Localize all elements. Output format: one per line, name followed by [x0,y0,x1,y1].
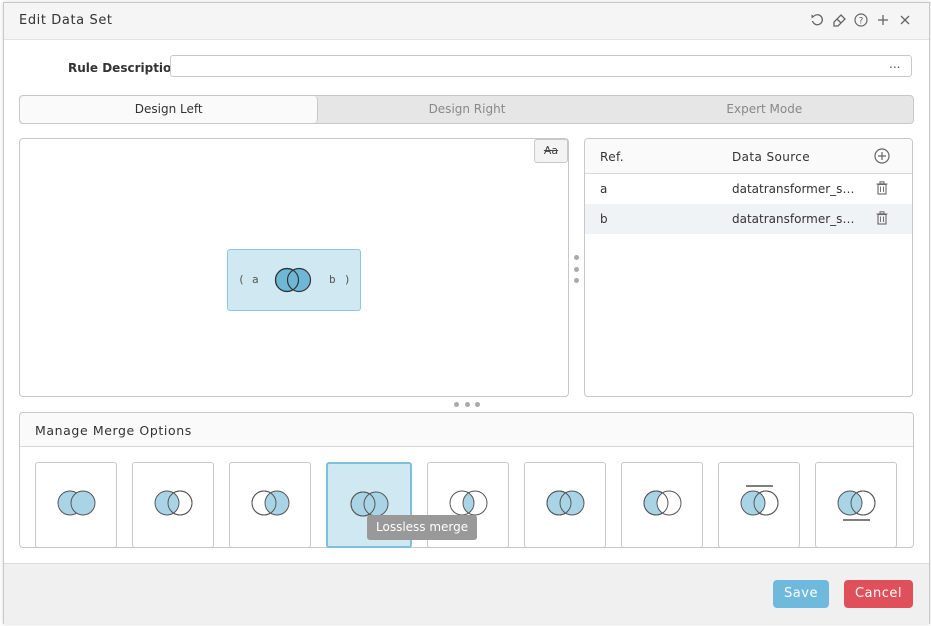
handle-dot [464,401,470,407]
right-join-icon [251,490,290,516]
handle-dot [573,266,579,272]
references-panel: Ref. Data Source a datatransformer_sampl… [584,138,913,397]
handle-dot [454,401,459,407]
merge-option-left-only[interactable] [621,462,703,548]
stack-top-icon [740,485,779,516]
rule-description-input[interactable] [170,55,912,77]
add-circle-icon[interactable] [874,148,890,167]
data-source-cell: datatransformer_sample_b [732,212,857,226]
merge-option-full-join[interactable] [524,462,606,548]
eraser-icon[interactable] [831,12,847,28]
merge-options-header: Manage Merge Options [20,413,913,447]
left-join-icon [154,490,193,516]
tab-design-right[interactable]: Design Right [318,96,615,123]
table-row[interactable]: b datatransformer_sample_b [585,204,912,234]
vertical-resize-handle[interactable] [572,255,580,283]
stack-bottom-icon [837,490,876,521]
data-source-cell: datatransformer_sample_a [732,182,857,196]
edit-data-set-dialog: Edit Data Set ? Rule Description: ... De… [3,2,930,624]
node-left-ref: a [252,273,259,286]
tab-design-left[interactable]: Design Left [20,96,319,123]
merge-option-right-join[interactable] [229,462,311,548]
trash-icon[interactable] [876,211,888,228]
full-join-icon [546,490,585,516]
rule-description-row: Rule Description: ... [4,55,929,81]
merge-option-stack-bottom[interactable] [815,462,897,548]
ref-cell: a [600,182,608,196]
ref-column-header: Ref. [600,150,624,164]
rule-description-more-button[interactable]: ... [889,57,900,71]
trash-icon[interactable] [876,181,888,198]
data-source-column-header: Data Source [732,150,811,164]
undo-icon[interactable] [809,12,825,28]
help-icon[interactable]: ? [853,12,869,28]
handle-dot [573,255,579,260]
title-bar-icons: ? [809,12,913,28]
horizontal-resize-handle[interactable] [454,400,480,408]
node-close-paren: ) [344,273,351,286]
node-right-ref: b [329,273,336,286]
tab-expert-mode[interactable]: Expert Mode [616,96,913,123]
node-open-paren: ( [238,273,245,286]
plus-icon[interactable] [875,12,891,28]
merge-node[interactable]: ( a b ) [227,249,361,311]
save-button[interactable]: Save [773,580,829,608]
table-row[interactable]: a datatransformer_sample_a [585,174,912,204]
handle-dot [475,401,480,407]
title-bar: Edit Data Set ? [4,3,929,40]
dialog-title: Edit Data Set [19,13,113,28]
handle-dot [573,278,579,283]
dialog-footer: Save Cancel [4,563,929,624]
venn-merge-icon[interactable] [272,264,316,299]
rule-description-label: Rule Description: [68,61,185,75]
merge-option-left-join[interactable] [132,462,214,548]
left-only-icon [643,490,682,516]
full-outer-join-icon [57,490,96,516]
references-header: Ref. Data Source [585,139,912,174]
merge-option-stack-top[interactable] [718,462,800,548]
merge-option-tooltip: Lossless merge [367,515,478,540]
design-tabs: Design Left Design Right Expert Mode [19,95,914,124]
cancel-button[interactable]: Cancel [844,580,913,608]
close-icon[interactable] [897,12,913,28]
design-canvas[interactable]: Aa ( a b ) [19,138,569,397]
svg-text:?: ? [859,17,864,27]
text-format-button[interactable]: Aa [534,139,568,163]
merge-option-full-outer-join[interactable] [35,462,117,548]
merge-options-title: Manage Merge Options [35,423,192,438]
ref-cell: b [600,212,608,226]
